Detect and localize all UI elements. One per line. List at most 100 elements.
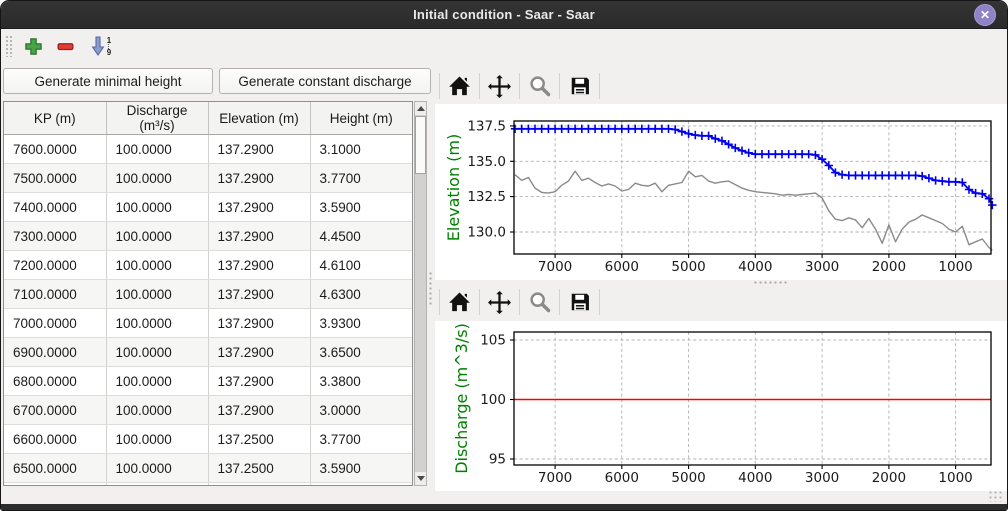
table-cell[interactable]: 100.0000 [106, 396, 208, 425]
sort-arrow-icon [91, 35, 106, 57]
window-resize-grip[interactable] [988, 490, 1002, 502]
table-cell[interactable]: 100.0000 [106, 222, 208, 251]
table-cell[interactable]: 3.9300 [310, 309, 412, 338]
svg-text:132.5: 132.5 [467, 189, 506, 205]
bottom-elevation-line [515, 171, 992, 250]
table-cell[interactable]: 137.2900 [208, 164, 310, 193]
table-cell[interactable]: 6600.0000 [4, 425, 106, 454]
generate-minimal-height-button[interactable]: Generate minimal height [3, 68, 213, 94]
column-header[interactable]: Discharge (m³/s) [106, 102, 208, 135]
window-bottom-edge [1, 504, 1007, 510]
table-cell[interactable]: 4.6100 [310, 251, 412, 280]
table-cell[interactable] [106, 483, 208, 487]
save-button[interactable] [560, 71, 599, 101]
plus-icon [24, 37, 43, 56]
table-cell[interactable]: 6500.0000 [4, 454, 106, 483]
table-cell[interactable]: 137.2500 [208, 425, 310, 454]
column-header[interactable]: Height (m) [310, 102, 412, 135]
table-cell[interactable]: 137.2900 [208, 280, 310, 309]
discharge-plot-canvas[interactable]: 700060005000400030002000100010510095Disc… [435, 321, 1007, 491]
table-cell[interactable] [208, 483, 310, 487]
table-cell[interactable]: 137.2900 [208, 367, 310, 396]
table-cell[interactable]: 100.0000 [106, 454, 208, 483]
table-cell[interactable] [4, 483, 106, 487]
water-surface-elevation-line [515, 129, 992, 205]
svg-text:4000: 4000 [738, 259, 772, 275]
plot-splitter-handle[interactable] [753, 280, 787, 285]
table-cell[interactable]: 7600.0000 [4, 135, 106, 164]
home-button[interactable] [440, 71, 479, 101]
toolbar-separator [599, 73, 600, 99]
zoom-button[interactable] [520, 287, 559, 317]
table-cell[interactable]: 100.0000 [106, 193, 208, 222]
y-axis-label: Discharge (m^3/s) [452, 323, 471, 474]
toolbar-separator [599, 289, 600, 315]
add-row-button[interactable] [19, 32, 47, 60]
table-cell[interactable]: 3.3800 [310, 367, 412, 396]
scroll-down-button[interactable] [415, 472, 426, 485]
table-cell[interactable]: 137.2500 [208, 454, 310, 483]
svg-text:130.0: 130.0 [467, 225, 506, 241]
magnifier-icon [529, 291, 551, 313]
table-cell[interactable]: 100.0000 [106, 280, 208, 309]
table-cell[interactable]: 7500.0000 [4, 164, 106, 193]
table-cell[interactable]: 3.7700 [310, 425, 412, 454]
table-cell[interactable]: 100.0000 [106, 309, 208, 338]
svg-text:100: 100 [480, 392, 506, 408]
elevation-plot-canvas[interactable]: 7000600050004000300020001000137.5135.013… [435, 104, 1007, 280]
toolbar-grip[interactable] [5, 35, 13, 57]
table-cell[interactable]: 3.1000 [310, 135, 412, 164]
column-header[interactable]: KP (m) [4, 102, 106, 135]
table-cell[interactable]: 7000.0000 [4, 309, 106, 338]
table-cell[interactable]: 7200.0000 [4, 251, 106, 280]
svg-text:5000: 5000 [671, 259, 705, 275]
column-header[interactable]: Elevation (m) [208, 102, 310, 135]
table-cell[interactable]: 6900.0000 [4, 338, 106, 367]
table-cell[interactable]: 137.2900 [208, 396, 310, 425]
remove-row-button[interactable] [51, 32, 79, 60]
table-cell[interactable] [310, 483, 412, 487]
table-cell[interactable]: 137.2900 [208, 309, 310, 338]
table-cell[interactable]: 100.0000 [106, 251, 208, 280]
svg-text:4000: 4000 [738, 470, 772, 486]
table-cell[interactable]: 4.6300 [310, 280, 412, 309]
table-cell[interactable]: 100.0000 [106, 367, 208, 396]
scroll-up-button[interactable] [415, 102, 426, 115]
discharge-plot-toolbar [435, 287, 1007, 317]
home-button[interactable] [440, 287, 479, 317]
table-cell[interactable]: 137.2900 [208, 222, 310, 251]
table-cell[interactable]: 7400.0000 [4, 193, 106, 222]
table-cell[interactable]: 100.0000 [106, 164, 208, 193]
scrollbar-thumb[interactable] [415, 116, 426, 174]
table-cell[interactable]: 137.2900 [208, 338, 310, 367]
table-cell[interactable]: 6800.0000 [4, 367, 106, 396]
table-cell[interactable]: 3.5900 [310, 454, 412, 483]
table-cell[interactable]: 3.5900 [310, 193, 412, 222]
sort-button[interactable]: 1 9 [85, 32, 117, 60]
generate-constant-discharge-button[interactable]: Generate constant discharge [219, 68, 431, 94]
close-button[interactable]: ✕ [974, 4, 996, 26]
table-cell[interactable]: 3.0000 [310, 396, 412, 425]
vertical-scrollbar[interactable] [414, 101, 427, 486]
pan-button[interactable] [480, 71, 519, 101]
table-cell[interactable]: 6700.0000 [4, 396, 106, 425]
zoom-button[interactable] [520, 71, 559, 101]
window-title: Initial condition - Saar - Saar [413, 7, 595, 22]
save-button[interactable] [560, 287, 599, 317]
table-cell[interactable]: 137.2900 [208, 193, 310, 222]
table-cell[interactable]: 3.6500 [310, 338, 412, 367]
pan-button[interactable] [480, 287, 519, 317]
table-cell[interactable]: 100.0000 [106, 425, 208, 454]
y-axis-label: Elevation (m) [444, 134, 463, 241]
table-cell[interactable]: 137.2900 [208, 251, 310, 280]
table-cell[interactable]: 137.2900 [208, 135, 310, 164]
table-cell[interactable]: 7300.0000 [4, 222, 106, 251]
main-toolbar: 1 9 [1, 29, 1007, 63]
table-cell[interactable]: 7100.0000 [4, 280, 106, 309]
table-cell[interactable]: 3.7700 [310, 164, 412, 193]
table-cell[interactable]: 4.4500 [310, 222, 412, 251]
panel-splitter-handle[interactable] [428, 271, 433, 305]
table-row: 7100.0000100.0000137.29004.6300 [4, 280, 412, 309]
table-cell[interactable]: 100.0000 [106, 135, 208, 164]
table-cell[interactable]: 100.0000 [106, 338, 208, 367]
